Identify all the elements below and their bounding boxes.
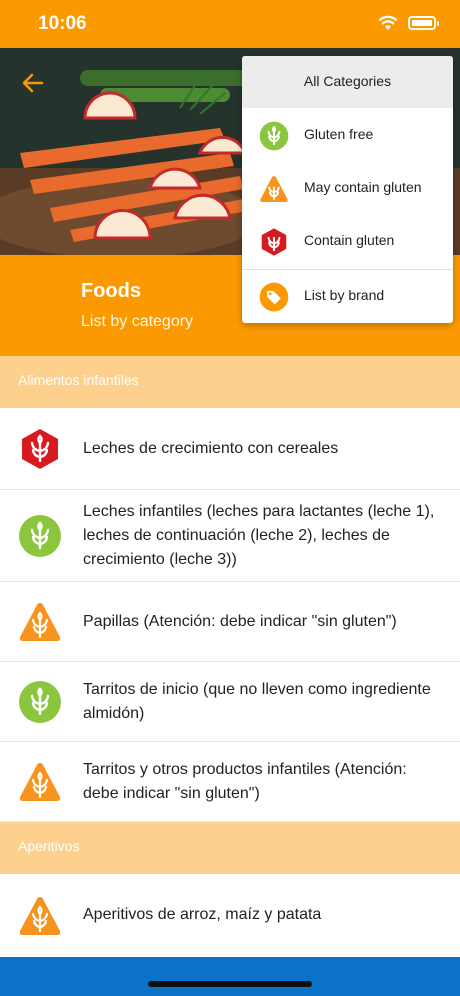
back-button[interactable] [18,68,48,98]
list-item[interactable]: Leches de crecimiento con cereales [0,408,460,490]
list-item[interactable]: Papillas (Atención: debe indicar "sin gl… [0,582,460,662]
menu-item-list-by-brand[interactable]: List by brand [242,270,453,323]
may-contain-gluten-icon [19,763,61,801]
section-header: Alimentos infantiles [0,356,460,408]
home-indicator[interactable] [148,981,312,987]
page-title: Foods [81,280,141,302]
battery-icon [408,16,439,30]
category-filter-menu: All Categories Gluten free May contain g… [242,56,453,323]
gluten-free-icon [259,121,289,151]
item-label: Papillas (Atención: debe indicar "sin gl… [83,613,397,630]
page-subtitle: List by category [81,313,194,330]
menu-item-contain-gluten[interactable]: Contain gluten [242,215,453,268]
menu-item-all-categories[interactable]: All Categories [242,56,453,108]
section-title: Aperitivos [18,838,80,854]
wifi-icon [378,15,398,30]
list-item[interactable]: Tarritos y otros productos infantiles (A… [0,742,460,822]
bottom-bar [0,957,460,996]
contain-gluten-icon [22,429,58,469]
contain-gluten-icon [261,228,287,256]
list-item[interactable]: Leches infantiles (leches para lactantes… [0,490,460,582]
item-label: Tarritos de inicio (que no lleven como i… [83,681,431,722]
menu-item-label: All Categories [303,73,392,89]
menu-item-label: Contain gluten [304,232,395,248]
menu-item-label: Gluten free [304,126,374,142]
gluten-free-icon [19,515,61,557]
item-label: Aperitivos de arroz, maíz y patata [83,906,322,923]
status-bar: 10:06 [0,0,460,48]
menu-item-label: May contain gluten [304,179,422,195]
item-label: Leches infantiles (leches para lactantes… [83,503,435,568]
section-header: Aperitivos [0,822,460,874]
may-contain-gluten-icon [19,603,61,641]
list-item[interactable]: Aperitivos de arroz, maíz y patata [0,874,460,957]
status-icons [378,15,439,31]
menu-item-gluten-free[interactable]: Gluten free [242,109,453,162]
menu-item-may-contain-gluten[interactable]: May contain gluten [242,162,453,215]
gluten-free-icon [19,681,61,723]
arrow-left-icon [22,73,44,93]
menu-item-label: List by brand [304,287,385,303]
status-time: 10:06 [38,13,87,34]
tag-icon [259,282,289,312]
item-label: Leches de crecimiento con cereales [83,440,339,457]
may-contain-gluten-icon [19,897,61,935]
section-title: Alimentos infantiles [18,372,139,388]
item-label: Tarritos y otros productos infantiles (A… [83,761,407,802]
may-contain-gluten-icon [260,176,288,202]
list-item[interactable]: Tarritos de inicio (que no lleven como i… [0,662,460,742]
